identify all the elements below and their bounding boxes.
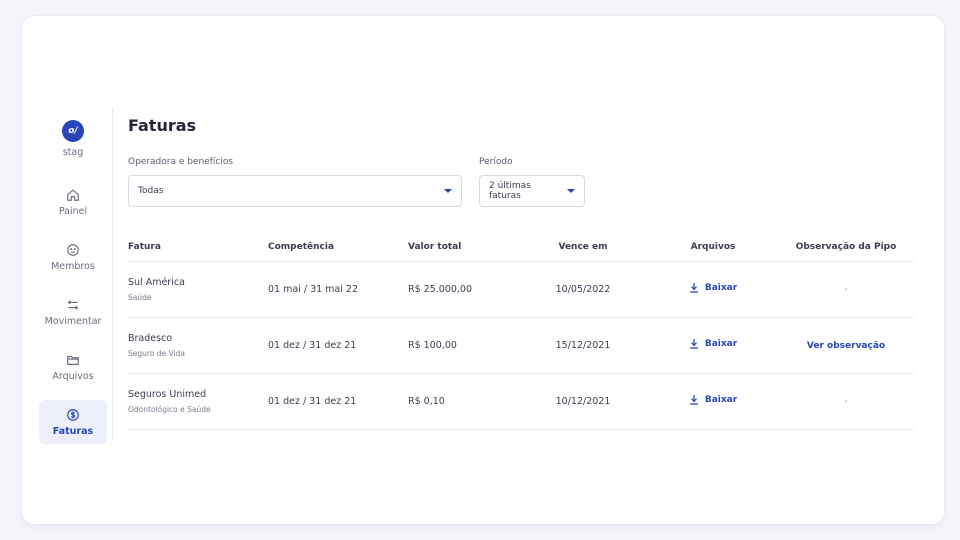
column-header-valor: Valor total: [408, 233, 518, 262]
cell-observacao: -: [778, 261, 914, 318]
download-label: Baixar: [704, 338, 738, 349]
download-button[interactable]: Baixar: [689, 338, 737, 349]
cell-vence: 10/12/2021: [518, 373, 648, 430]
fatura-benefit: Odontológico e Saúde: [128, 404, 211, 414]
cell-fatura: Seguros Unimed Odontológico e Saúde: [128, 373, 268, 430]
table-row: Bradesco Seguro de Vida 01 dez / 31 dez …: [128, 317, 914, 374]
cell-observacao: -: [778, 373, 914, 430]
column-header-competencia: Competência: [268, 233, 408, 262]
fatura-name: Sul América: [128, 276, 185, 288]
download-label: Baixar: [704, 394, 738, 405]
column-header-vence: Vence em: [518, 233, 648, 262]
caret-down-icon: [444, 189, 452, 193]
dollar-icon: [67, 408, 79, 421]
cell-valor: R$ 100,00: [408, 317, 518, 374]
cell-valor: R$ 25.000,00: [408, 261, 518, 318]
sidebar-item-movimentar[interactable]: Movimentar: [39, 290, 107, 334]
download-button[interactable]: Baixar: [689, 394, 737, 405]
cell-observacao: Ver observação: [778, 317, 914, 374]
cell-fatura: Bradesco Seguro de Vida: [128, 317, 268, 374]
cell-competencia: 01 mai / 31 mai 22: [268, 261, 408, 318]
sidebar-item-faturas[interactable]: Faturas: [39, 400, 107, 444]
sidebar-item-label: Arquivos: [52, 370, 94, 382]
column-header-arquivos: Arquivos: [648, 233, 778, 262]
filter-operadora: Operadora e benefícios Todas: [128, 157, 462, 207]
filter-periodo-label: Período: [479, 157, 513, 167]
download-label: Baixar: [704, 282, 738, 293]
sidebar-item-label: Movimentar: [44, 315, 102, 327]
cell-arquivos: Baixar: [648, 317, 778, 374]
env-label: stag: [62, 147, 84, 158]
view-observation-link[interactable]: Ver observação: [807, 341, 885, 351]
filters: Operadora e benefícios Todas Período 2 ú…: [128, 157, 920, 207]
sidebar: o/ stag Painel Membros Movimentar Arquiv…: [38, 120, 108, 455]
fatura-benefit: Seguro de Vida: [128, 348, 185, 358]
logo[interactable]: o/: [62, 120, 84, 142]
cell-competencia: 01 dez / 31 dez 21: [268, 317, 408, 374]
table-row: Seguros Unimed Odontológico e Saúde 01 d…: [128, 373, 914, 430]
sidebar-item-membros[interactable]: Membros: [39, 235, 107, 279]
periodo-select-value: 2 últimas faturas: [489, 181, 531, 201]
download-icon: [689, 283, 698, 293]
sidebar-item-painel[interactable]: Painel: [39, 180, 107, 224]
sidebar-divider: [112, 108, 113, 440]
cell-competencia: 01 dez / 31 dez 21: [268, 373, 408, 430]
caret-down-icon: [567, 189, 575, 193]
operadora-select[interactable]: Todas: [128, 175, 462, 207]
periodo-select[interactable]: 2 últimas faturas: [479, 175, 585, 207]
operadora-select-value: Todas: [138, 186, 164, 196]
page-title: Faturas: [128, 116, 197, 135]
sidebar-item-label: Membros: [51, 260, 95, 272]
column-header-observacao: Observação da Pipo: [778, 233, 914, 262]
cell-arquivos: Baixar: [648, 373, 778, 430]
sidebar-item-label: Faturas: [52, 425, 94, 437]
cell-vence: 15/12/2021: [518, 317, 648, 374]
filter-periodo: Período 2 últimas faturas: [479, 157, 585, 207]
download-button[interactable]: Baixar: [689, 282, 737, 293]
cell-fatura: Sul América Saúde: [128, 261, 268, 318]
fatura-benefit: Saúde: [128, 292, 152, 302]
invoices-table: Fatura Competência Valor total Vence em …: [128, 233, 914, 430]
cell-arquivos: Baixar: [648, 261, 778, 318]
sidebar-item-label: Painel: [58, 205, 88, 217]
app-card: o/ stag Painel Membros Movimentar Arquiv…: [22, 16, 944, 524]
sidebar-item-arquivos[interactable]: Arquivos: [39, 345, 107, 389]
column-header-fatura: Fatura: [128, 233, 268, 262]
filter-operadora-label: Operadora e benefícios: [128, 157, 234, 167]
swap-icon: [67, 299, 79, 310]
face-icon: [67, 243, 79, 256]
download-icon: [689, 339, 698, 349]
table-row: Sul América Saúde 01 mai / 31 mai 22 R$ …: [128, 261, 914, 318]
fatura-name: Bradesco: [128, 332, 173, 344]
cell-vence: 10/05/2022: [518, 261, 648, 318]
table-header-row: Fatura Competência Valor total Vence em …: [128, 233, 914, 262]
fatura-name: Seguros Unimed: [128, 388, 207, 400]
download-icon: [689, 395, 698, 405]
main-content: Faturas Operadora e benefícios Todas Per…: [128, 116, 920, 430]
home-icon: [67, 188, 79, 201]
sidebar-nav: Painel Membros Movimentar Arquivos Fatur…: [38, 180, 108, 455]
cell-valor: R$ 0,10: [408, 373, 518, 430]
brand: o/ stag: [38, 120, 108, 158]
folder-icon: [67, 355, 79, 365]
